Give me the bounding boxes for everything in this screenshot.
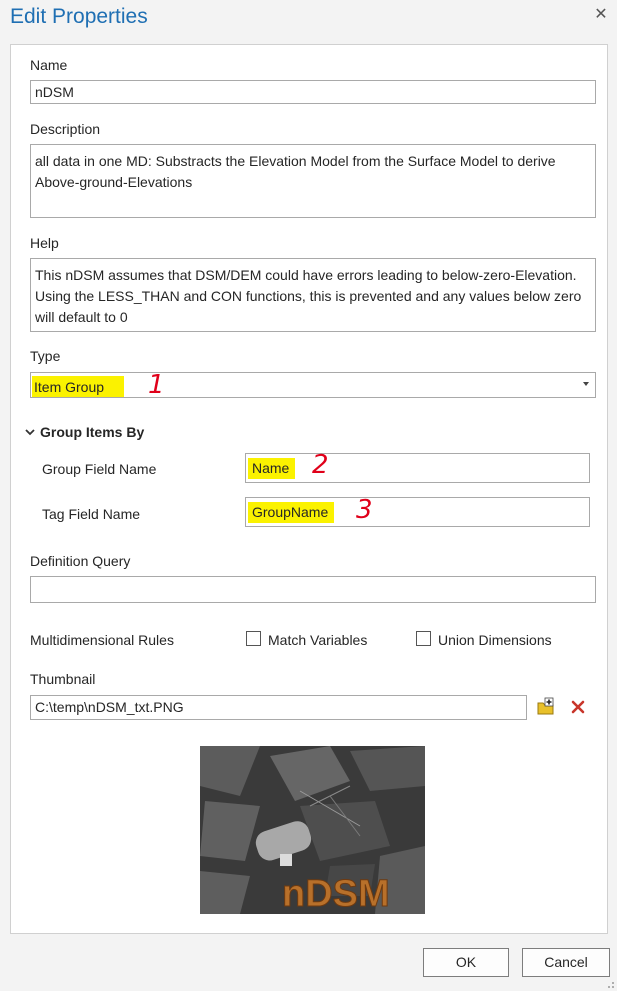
annotation-3: 3 [356, 495, 373, 525]
description-textarea[interactable]: all data in one MD: Substracts the Eleva… [30, 144, 596, 218]
group-items-by-header[interactable]: Group Items By [40, 424, 144, 440]
union-dimensions-checkbox[interactable] [416, 631, 431, 646]
tag-field-name-label: Tag Field Name [42, 506, 141, 522]
name-label: Name [30, 57, 68, 73]
group-field-name-label: Group Field Name [42, 461, 157, 477]
help-label: Help [30, 235, 59, 251]
name-value: nDSM [35, 84, 74, 100]
thumbnail-preview-image: nDSM [200, 746, 425, 914]
cancel-button[interactable]: Cancel [522, 948, 610, 977]
dialog-title: Edit Properties [10, 5, 148, 28]
help-textarea[interactable]: This nDSM assumes that DSM/DEM could hav… [30, 258, 596, 332]
tag-field-name-input[interactable]: GroupName [245, 497, 590, 527]
type-select[interactable]: Item Group [30, 372, 596, 398]
description-label: Description [30, 121, 101, 137]
resize-grip-icon[interactable] [603, 977, 615, 989]
thumbnail-label: Thumbnail [30, 671, 96, 687]
thumbnail-path-value: C:\temp\nDSM_txt.PNG [35, 699, 184, 715]
type-value: Item Group [32, 376, 125, 397]
match-variables-checkbox[interactable] [246, 631, 261, 646]
multidimensional-rules-label: Multidimensional Rules [30, 632, 174, 648]
group-field-name-input[interactable]: Name [245, 453, 590, 483]
clear-x-icon[interactable] [570, 699, 586, 715]
ok-button[interactable]: OK [423, 948, 509, 977]
group-field-name-value: Name [248, 458, 296, 479]
name-input[interactable]: nDSM [30, 80, 596, 104]
annotation-2: 2 [312, 450, 329, 480]
thumbnail-path-input[interactable]: C:\temp\nDSM_txt.PNG [30, 695, 527, 720]
close-icon[interactable]: ✕ [592, 5, 610, 25]
union-dimensions-label[interactable]: Union Dimensions [438, 632, 552, 648]
thumbnail-preview-text: nDSM [282, 873, 390, 914]
chevron-down-icon[interactable] [24, 426, 36, 438]
definition-query-label: Definition Query [30, 553, 131, 569]
dropdown-arrow-icon [583, 382, 589, 386]
definition-query-input[interactable] [30, 576, 596, 603]
browse-folder-icon[interactable] [536, 697, 556, 717]
match-variables-label[interactable]: Match Variables [268, 632, 367, 648]
type-label: Type [30, 348, 61, 364]
annotation-1: 1 [148, 370, 165, 400]
tag-field-name-value: GroupName [248, 502, 335, 523]
